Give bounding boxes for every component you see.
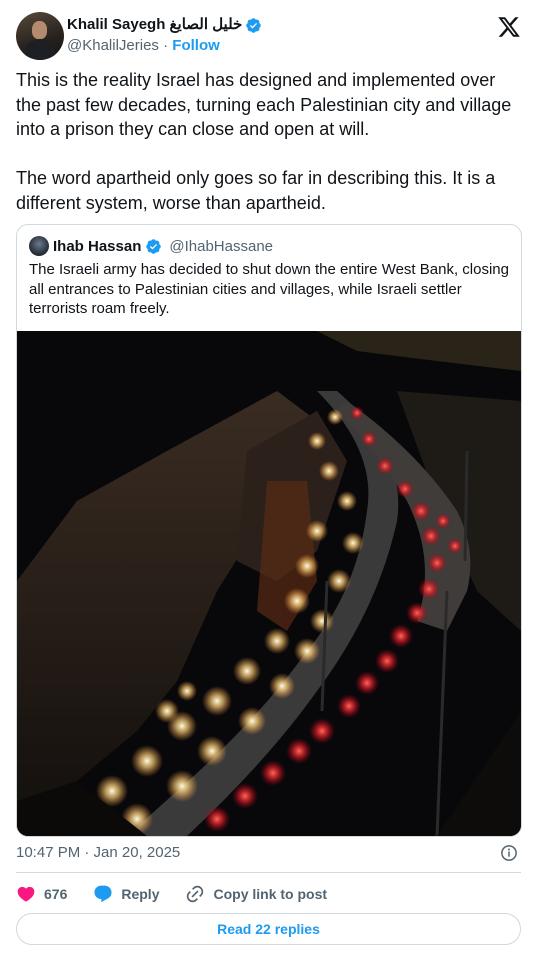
- tweet-header: Khalil Sayegh خليل الصايغ @KhalilJeries …: [16, 12, 521, 62]
- x-logo-icon[interactable]: [497, 15, 521, 39]
- author-display-name-row[interactable]: Khalil Sayegh خليل الصايغ: [67, 15, 262, 35]
- quote-display-name: Ihab Hassan: [53, 237, 142, 255]
- tweet-text: This is the reality Israel has designed …: [16, 70, 512, 213]
- quote-author-avatar: [29, 236, 49, 256]
- quoted-tweet[interactable]: Ihab Hassan @IhabHassane The Israeli arm…: [16, 224, 522, 837]
- like-count: 676: [44, 886, 68, 902]
- divider: [16, 872, 521, 873]
- link-icon: [187, 885, 204, 903]
- follow-button[interactable]: Follow: [172, 37, 220, 54]
- info-icon[interactable]: [500, 844, 518, 862]
- quote-text: The Israeli army has decided to shut dow…: [29, 261, 509, 317]
- read-replies-button[interactable]: Read 22 replies: [16, 913, 521, 945]
- quote-photo[interactable]: [17, 331, 521, 836]
- tweet-timestamp[interactable]: 10:47 PM · Jan 20, 2025: [16, 844, 180, 861]
- author-handle-row: @KhalilJeries · Follow: [67, 36, 262, 56]
- author-handle[interactable]: @KhalilJeries: [67, 37, 159, 54]
- action-bar: 676 Reply Copy link to post: [16, 884, 353, 904]
- reply-icon: [94, 885, 112, 903]
- copy-link-button[interactable]: Copy link to post: [185, 884, 327, 904]
- quote-handle: @IhabHassane: [169, 237, 273, 255]
- verified-badge-icon: [246, 17, 262, 33]
- reply-button[interactable]: Reply: [93, 884, 159, 904]
- author-avatar[interactable]: [16, 12, 64, 60]
- author-display-name[interactable]: Khalil Sayegh خليل الصايغ: [67, 15, 242, 35]
- quote-header: Ihab Hassan @IhabHassane: [29, 236, 273, 256]
- like-button[interactable]: 676: [16, 884, 67, 904]
- separator-dot: ·: [163, 37, 169, 54]
- heart-icon: [17, 886, 35, 902]
- verified-badge-icon: [146, 238, 162, 254]
- reply-label: Reply: [121, 886, 160, 902]
- copy-link-label: Copy link to post: [213, 886, 328, 902]
- author-names: Khalil Sayegh خليل الصايغ @KhalilJeries …: [67, 15, 262, 56]
